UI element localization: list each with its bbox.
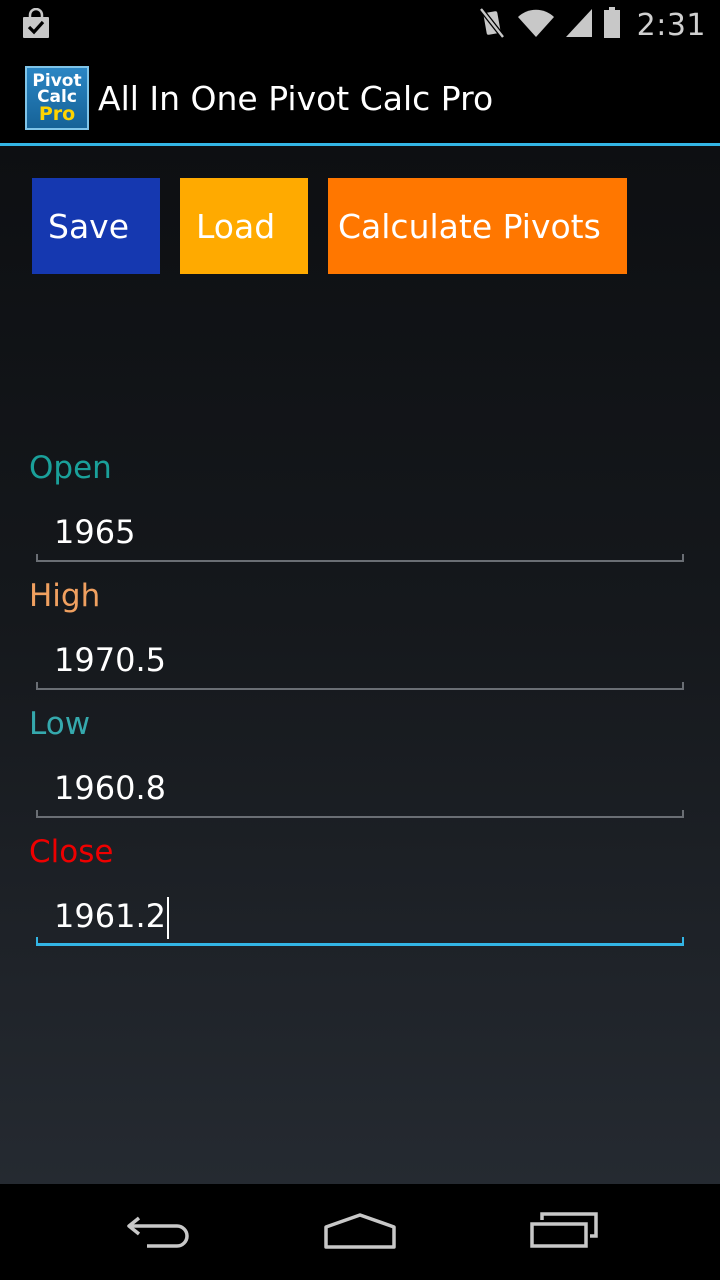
high-value: 1970.5	[54, 641, 166, 679]
open-value: 1965	[54, 513, 136, 551]
navigation-bar	[0, 1184, 720, 1280]
close-label: Close	[29, 834, 114, 870]
open-field[interactable]: 1965	[36, 502, 684, 562]
open-label: Open	[29, 450, 112, 486]
recent-apps-button[interactable]	[494, 1184, 634, 1280]
high-field-underline	[36, 682, 684, 690]
low-label: Low	[29, 706, 91, 742]
signal-icon	[565, 8, 593, 42]
calculate-pivots-button[interactable]: Calculate Pivots	[328, 178, 627, 274]
main-content: Save Load Calculate Pivots Open 1965 Hig…	[0, 146, 720, 1184]
home-icon	[322, 1209, 398, 1255]
text-cursor	[166, 897, 169, 939]
low-field[interactable]: 1960.8	[36, 758, 684, 818]
app-icon-line: Pro	[38, 103, 76, 126]
low-value: 1960.8	[54, 769, 166, 807]
close-field[interactable]: 1961.2	[36, 886, 684, 946]
action-bar: Pivot Calc Pro All In One Pivot Calc Pro	[0, 50, 720, 143]
shopping-bag-check-icon	[20, 7, 52, 40]
clock: 2:31	[636, 7, 706, 43]
app-icon[interactable]: Pivot Calc Pro	[25, 66, 89, 130]
back-button[interactable]	[90, 1184, 230, 1280]
back-icon	[125, 1210, 195, 1254]
high-label: High	[29, 578, 101, 614]
close-field-underline	[36, 937, 684, 946]
load-button[interactable]: Load	[180, 178, 308, 274]
status-bar: 2:31	[0, 0, 720, 50]
open-field-underline	[36, 554, 684, 562]
wifi-icon	[517, 8, 555, 42]
close-value: 1961.2	[54, 897, 166, 935]
low-field-underline	[36, 810, 684, 818]
recent-apps-icon	[528, 1210, 600, 1254]
home-button[interactable]	[290, 1184, 430, 1280]
battery-icon	[603, 7, 621, 43]
high-field[interactable]: 1970.5	[36, 630, 684, 690]
app-title: All In One Pivot Calc Pro	[98, 79, 494, 118]
mute-icon	[477, 6, 507, 44]
save-button[interactable]: Save	[32, 178, 160, 274]
